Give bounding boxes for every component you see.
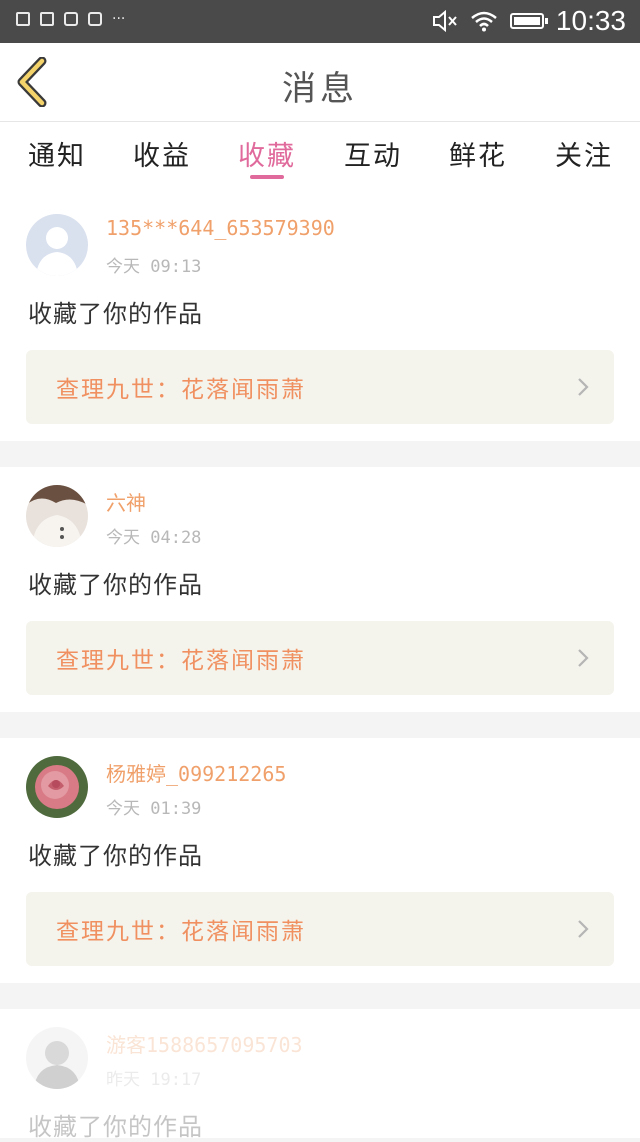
tab-bar: 通知 收益 收藏 互动 鲜花 关注 bbox=[0, 122, 640, 196]
system-icons: 10:33 bbox=[432, 6, 626, 36]
message-card: 游客1588657095703 昨天 19:17 收藏了你的作品 bbox=[0, 1009, 640, 1141]
username[interactable]: 六神 bbox=[106, 487, 146, 516]
action-text: 收藏了你的作品 bbox=[28, 300, 203, 328]
chevron-right-icon bbox=[578, 649, 589, 667]
photo-avatar-icon bbox=[26, 1027, 88, 1089]
tab-follow[interactable]: 关注 bbox=[531, 134, 637, 173]
tab-earnings[interactable]: 收益 bbox=[109, 134, 215, 173]
tab-favorites[interactable]: 收藏 bbox=[214, 134, 320, 173]
rose-avatar-icon bbox=[26, 756, 88, 818]
calendar-icon bbox=[40, 12, 54, 26]
avatar[interactable] bbox=[26, 1027, 88, 1089]
action-text: 收藏了你的作品 bbox=[28, 1113, 203, 1141]
timestamp: 昨天 19:17 bbox=[106, 1070, 202, 1090]
avatar[interactable] bbox=[26, 214, 88, 276]
timestamp: 今天 09:13 bbox=[106, 257, 202, 277]
message-card: 135***644_653579390 今天 09:13 收藏了你的作品 查理九… bbox=[0, 196, 640, 441]
timestamp: 今天 04:28 bbox=[106, 528, 202, 548]
chevron-right-icon bbox=[578, 920, 589, 938]
chevron-right-icon bbox=[578, 378, 589, 396]
photo-avatar-icon bbox=[26, 485, 88, 547]
username[interactable]: 杨雅婷_099212265 bbox=[106, 758, 286, 787]
message-card: 六神 今天 04:28 收藏了你的作品 查理九世：花落闻雨萧 bbox=[0, 467, 640, 712]
work-title: 查理九世：花落闻雨萧 bbox=[56, 919, 306, 945]
mail-icon bbox=[64, 12, 78, 26]
image-icon bbox=[16, 12, 30, 26]
tab-notification[interactable]: 通知 bbox=[4, 134, 110, 173]
tab-flowers[interactable]: 鲜花 bbox=[425, 134, 531, 173]
mail-icon bbox=[88, 12, 102, 26]
avatar[interactable] bbox=[26, 485, 88, 547]
mute-icon bbox=[432, 10, 457, 32]
notification-icons: ··· bbox=[16, 12, 125, 26]
battery-icon bbox=[509, 13, 548, 29]
work-link[interactable]: 查理九世：花落闻雨萧 bbox=[26, 892, 614, 966]
action-text: 收藏了你的作品 bbox=[28, 842, 203, 870]
action-text: 收藏了你的作品 bbox=[28, 571, 203, 599]
nav-bar: 消息 bbox=[0, 43, 640, 122]
work-title: 查理九世：花落闻雨萧 bbox=[56, 377, 306, 403]
message-card: 杨雅婷_099212265 今天 01:39 收藏了你的作品 查理九世：花落闻雨… bbox=[0, 738, 640, 983]
more-dots-icon: ··· bbox=[112, 11, 126, 27]
active-tab-indicator bbox=[250, 175, 284, 179]
username[interactable]: 135***644_653579390 bbox=[106, 216, 335, 240]
work-link[interactable]: 查理九世：花落闻雨萧 bbox=[26, 621, 614, 695]
clock: 10:33 bbox=[555, 5, 626, 36]
avatar[interactable] bbox=[26, 756, 88, 818]
status-bar: ··· 10:33 bbox=[0, 0, 640, 43]
default-avatar-icon bbox=[26, 214, 88, 276]
work-title: 查理九世：花落闻雨萧 bbox=[56, 648, 306, 674]
page-title: 消息 bbox=[282, 69, 358, 109]
username[interactable]: 游客1588657095703 bbox=[106, 1029, 303, 1058]
tab-interaction[interactable]: 互动 bbox=[320, 134, 426, 173]
work-link[interactable]: 查理九世：花落闻雨萧 bbox=[26, 350, 614, 424]
wifi-icon bbox=[471, 11, 497, 32]
timestamp: 今天 01:39 bbox=[106, 799, 202, 819]
